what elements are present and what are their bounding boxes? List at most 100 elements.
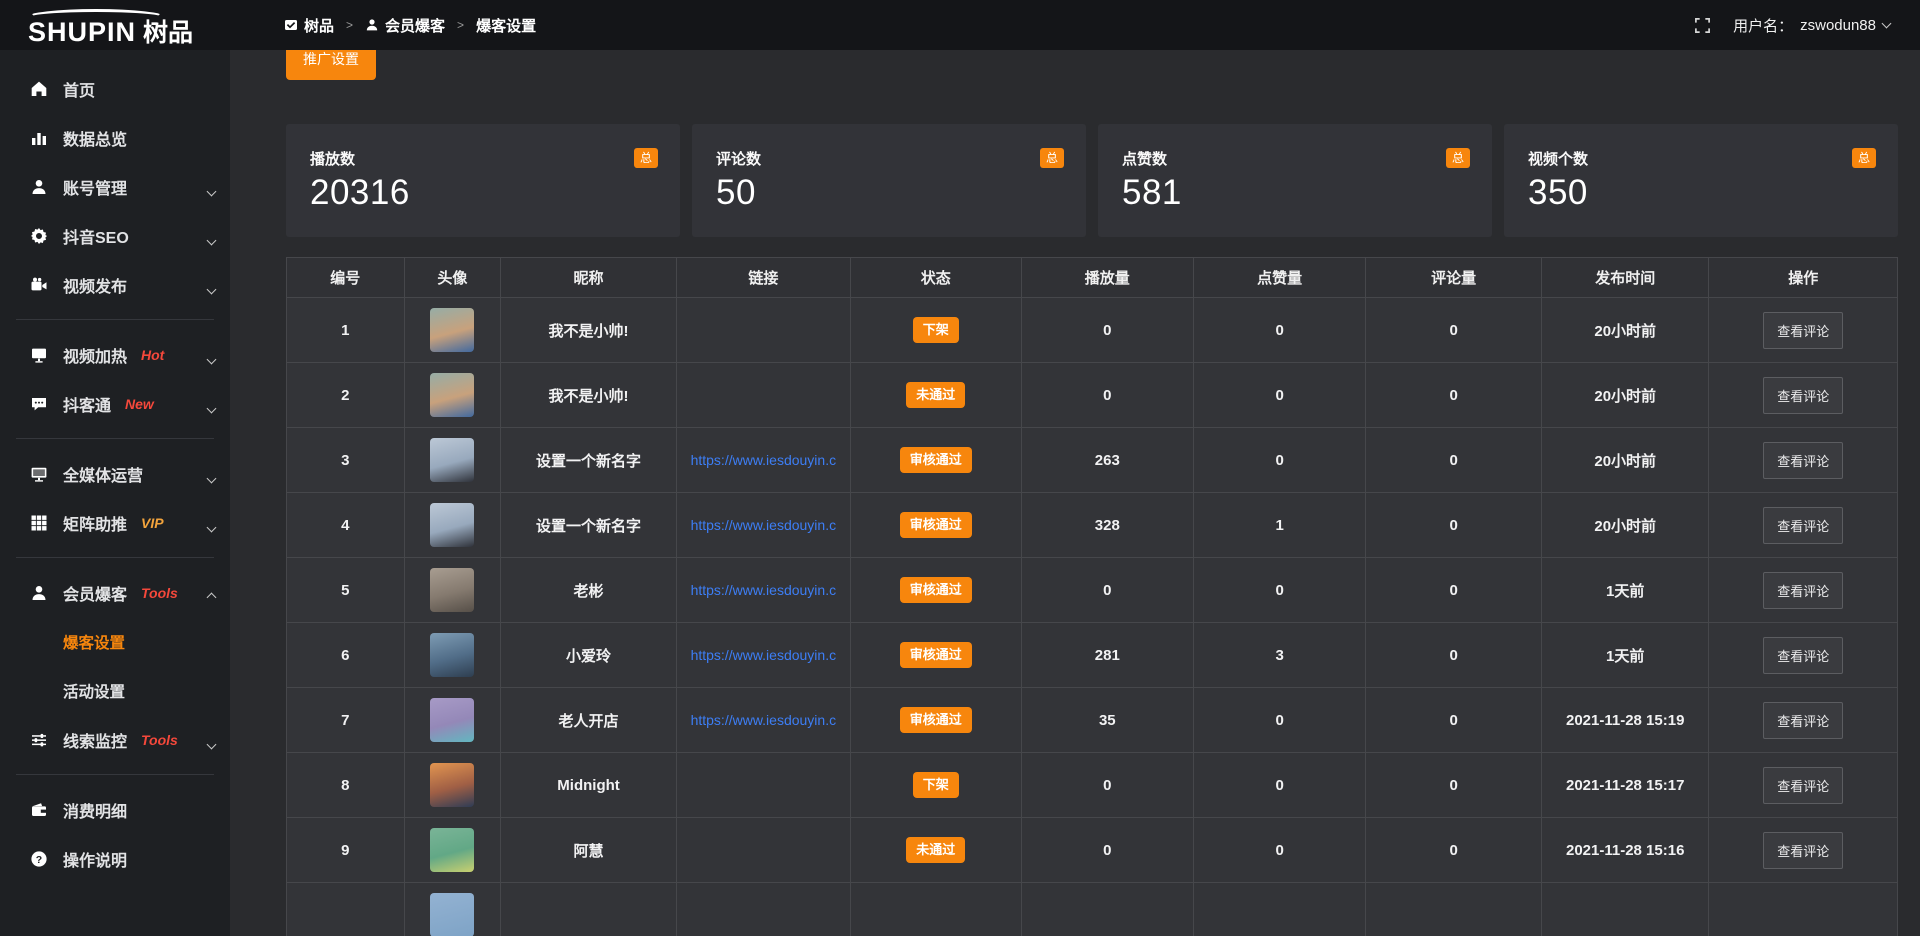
sidebar-item-会员爆客[interactable]: 会员爆客 Tools <box>0 568 230 617</box>
nickname-cell: Midnight <box>501 753 677 818</box>
sidebar-subitem-活动设置[interactable]: 活动设置 <box>0 666 230 715</box>
chevron-up-icon <box>208 588 215 606</box>
nickname-cell: 小爱玲 <box>501 623 677 688</box>
stat-card-top: 视频个数总 <box>1528 148 1876 169</box>
user-menu[interactable]: 用户名：zswodun88 <box>1733 15 1890 36</box>
breadcrumb-item-3: 爆客设置 <box>476 15 536 36</box>
row-id-cell: 3 <box>287 428 405 493</box>
sidebar-item-操作说明[interactable]: ?操作说明 <box>0 834 230 883</box>
sidebar-item-视频加热[interactable]: 视频加热Hot <box>0 330 230 379</box>
comments-cell: 0 <box>1366 818 1542 883</box>
link-cell <box>676 753 850 818</box>
stat-card-value: 50 <box>716 173 1064 213</box>
screen-icon <box>30 346 48 364</box>
row-id-cell: 6 <box>287 623 405 688</box>
video-link[interactable]: https://www.iesdouyin.c <box>691 452 837 468</box>
video-link[interactable]: https://www.iesdouyin.c <box>691 517 837 533</box>
column-header-播放量: 播放量 <box>1021 258 1193 298</box>
status-badge: 未通过 <box>906 382 965 408</box>
fullscreen-icon[interactable] <box>1694 17 1711 34</box>
view-comments-button[interactable]: 查看评论 <box>1763 767 1843 804</box>
status-cell: 审核通过 <box>850 558 1021 623</box>
row-id-cell: 9 <box>287 818 405 883</box>
avatar <box>430 763 474 807</box>
user-label: 用户名： <box>1733 15 1793 36</box>
sidebar-item-消费明细[interactable]: 消费明细 <box>0 785 230 834</box>
nickname-cell: 设置一个新名字 <box>501 428 677 493</box>
status-cell: 审核通过 <box>850 688 1021 753</box>
plays-cell: 281 <box>1021 623 1193 688</box>
avatar-cell <box>404 363 501 428</box>
publish-time-cell: 2021-11-28 15:16 <box>1541 818 1709 883</box>
link-cell: https://www.iesdouyin.c <box>676 493 850 558</box>
comments-cell: 0 <box>1366 558 1542 623</box>
sidebar-item-线索监控[interactable]: 线索监控Tools <box>0 715 230 764</box>
stat-card-value: 350 <box>1528 173 1876 213</box>
avatar-cell <box>404 753 501 818</box>
column-header-点赞量: 点赞量 <box>1193 258 1365 298</box>
stat-card-4: 视频个数总 350 <box>1504 124 1898 237</box>
avatar-cell <box>404 493 501 558</box>
comments-cell: 0 <box>1366 688 1542 753</box>
likes-cell: 0 <box>1193 558 1365 623</box>
avatar <box>430 308 474 352</box>
sidebar-item-账号管理[interactable]: 账号管理 <box>0 162 230 211</box>
table-row: 3设置一个新名字https://www.iesdouyin.c审核通过26300… <box>287 428 1898 493</box>
view-comments-button[interactable]: 查看评论 <box>1763 312 1843 349</box>
sidebar-item-label: 抖音SEO <box>63 224 129 248</box>
home-icon <box>30 80 48 98</box>
avatar <box>430 633 474 677</box>
column-header-评论量: 评论量 <box>1366 258 1542 298</box>
video-link[interactable]: https://www.iesdouyin.c <box>691 712 837 728</box>
sidebar-item-badge: Tools <box>141 585 178 601</box>
sidebar-item-label: 视频发布 <box>63 273 127 297</box>
view-comments-button[interactable]: 查看评论 <box>1763 637 1843 674</box>
sidebar-subitem-爆客设置[interactable]: 爆客设置 <box>0 617 230 666</box>
avatar-cell <box>404 818 501 883</box>
breadcrumb: 树品>会员爆客>爆客设置 <box>284 15 536 36</box>
chevron-down-icon <box>208 735 215 753</box>
chevron-down-icon <box>208 469 215 487</box>
nickname-cell: 我不是小帅! <box>501 363 677 428</box>
plays-cell: 263 <box>1021 428 1193 493</box>
plays-cell: 0 <box>1021 363 1193 428</box>
view-comments-button[interactable]: 查看评论 <box>1763 377 1843 414</box>
view-comments-button[interactable]: 查看评论 <box>1763 832 1843 869</box>
breadcrumb-item-1[interactable]: 树品 <box>284 15 334 36</box>
plays-cell: 0 <box>1021 818 1193 883</box>
view-comments-button[interactable]: 查看评论 <box>1763 442 1843 479</box>
view-comments-button[interactable]: 查看评论 <box>1763 507 1843 544</box>
breadcrumb-label: 爆客设置 <box>476 15 536 36</box>
sidebar-divider <box>16 774 214 775</box>
column-header-头像: 头像 <box>404 258 501 298</box>
status-cell: 未通过 <box>850 818 1021 883</box>
sidebar-item-抖音SEO[interactable]: 抖音SEO <box>0 211 230 260</box>
breadcrumb-item-2[interactable]: 会员爆客 <box>365 15 445 36</box>
nickname-cell <box>501 883 677 936</box>
sidebar-item-抖客通[interactable]: 抖客通New <box>0 379 230 428</box>
action-cell: 查看评论 <box>1709 493 1898 558</box>
chart-icon <box>30 129 48 147</box>
avatar <box>430 698 474 742</box>
video-link[interactable]: https://www.iesdouyin.c <box>691 582 837 598</box>
stat-card-total-badge: 总 <box>1446 148 1470 168</box>
view-comments-button[interactable]: 查看评论 <box>1763 702 1843 739</box>
table-row: 7老人开店https://www.iesdouyin.c审核通过35002021… <box>287 688 1898 753</box>
action-cell: 查看评论 <box>1709 298 1898 363</box>
view-comments-button[interactable]: 查看评论 <box>1763 572 1843 609</box>
likes-cell: 0 <box>1193 818 1365 883</box>
sidebar-item-全媒体运营[interactable]: 全媒体运营 <box>0 449 230 498</box>
sidebar-item-label: 会员爆客 <box>63 581 127 605</box>
status-badge: 审核通过 <box>900 447 972 473</box>
video-link[interactable]: https://www.iesdouyin.c <box>691 647 837 663</box>
publish-time-cell: 20小时前 <box>1541 493 1709 558</box>
likes-cell: 0 <box>1193 363 1365 428</box>
sidebar-item-视频发布[interactable]: 视频发布 <box>0 260 230 309</box>
sidebar-item-数据总览[interactable]: 数据总览 <box>0 113 230 162</box>
publish-time-cell <box>1541 883 1709 936</box>
likes-cell: 0 <box>1193 428 1365 493</box>
stat-card-total-badge: 总 <box>1040 148 1064 168</box>
sidebar-item-首页[interactable]: 首页 <box>0 64 230 113</box>
sidebar-item-label: 消费明细 <box>63 798 127 822</box>
sidebar-item-矩阵助推[interactable]: 矩阵助推VIP <box>0 498 230 547</box>
